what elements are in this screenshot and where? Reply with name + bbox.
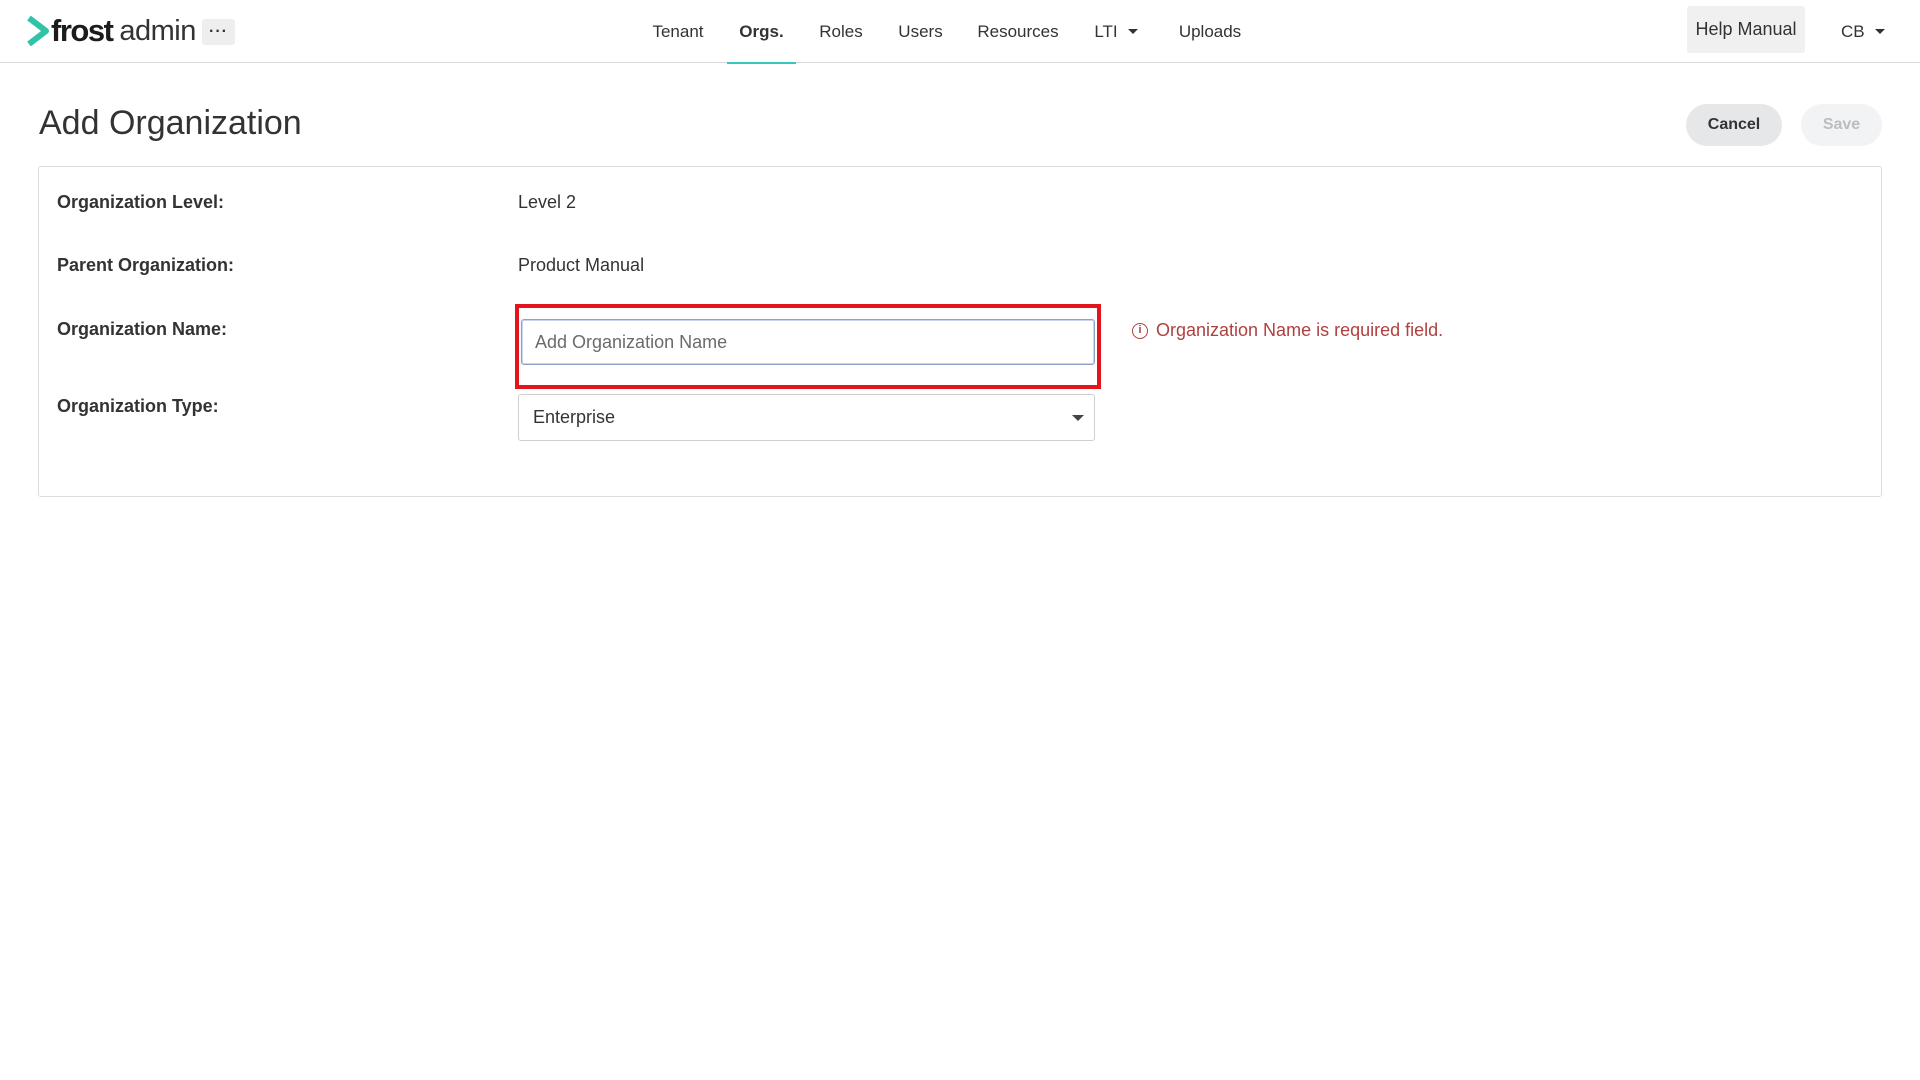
chevron-down-icon (1072, 415, 1084, 421)
chevron-down-icon (1874, 29, 1885, 34)
nav-tab-label: Roles (819, 21, 863, 41)
user-menu[interactable]: CB (1841, 0, 1885, 63)
nav-tab-lti[interactable]: LTI (1090, 0, 1142, 63)
parent-organization-value: Product Manual (518, 255, 645, 275)
logo-primary-text: frost (51, 13, 114, 48)
organization-type-select[interactable]: Enterprise (518, 394, 1095, 441)
nav-tab-users[interactable]: Users (893, 0, 948, 63)
organization-type-value: Enterprise (533, 407, 616, 427)
error-message: Organization Name is required field. (1156, 320, 1444, 340)
nav-tab-orgs[interactable]: Orgs. (727, 0, 796, 64)
organization-level-value: Level 2 (518, 192, 577, 212)
organization-name-label: Organization Name: (57, 319, 228, 339)
organization-type-label: Organization Type: (57, 396, 219, 416)
help-manual-button[interactable]: Help Manual (1687, 6, 1805, 53)
organization-name-error: i Organization Name is required field. (1132, 320, 1443, 341)
nav-tab-uploads[interactable]: Uploads (1172, 0, 1248, 63)
chevron-down-icon (1127, 29, 1138, 34)
frost-admin-logo[interactable]: frost admin (27, 14, 196, 48)
chevron-logo-icon (27, 16, 49, 46)
save-button[interactable]: Save (1801, 104, 1882, 146)
nav-tab-label: Uploads (1178, 21, 1242, 41)
nav-tab-label: LTI (1094, 21, 1118, 41)
parent-organization-label: Parent Organization: (57, 255, 235, 275)
info-circle-icon: i (1132, 322, 1148, 339)
nav-tab-roles[interactable]: Roles (815, 0, 867, 63)
nav-tab-tenant[interactable]: Tenant (648, 0, 708, 63)
nav-tab-resources[interactable]: Resources (974, 0, 1062, 63)
nav-tab-label: Tenant (652, 21, 704, 41)
logo-secondary-text: admin (119, 15, 196, 47)
page-title: Add Organization (39, 104, 302, 142)
nav-tab-label: Orgs. (739, 21, 784, 41)
organization-level-label: Organization Level: (57, 192, 225, 212)
more-options-button[interactable]: ··· (202, 19, 235, 45)
top-navbar: frost admin ··· Tenant Orgs. Roles Users… (0, 0, 1920, 64)
organization-name-input[interactable] (521, 319, 1095, 365)
nav-tab-label: Users (898, 21, 943, 41)
cancel-button[interactable]: Cancel (1686, 104, 1782, 146)
user-initials: CB (1841, 21, 1865, 41)
nav-tab-label: Resources (977, 21, 1059, 41)
